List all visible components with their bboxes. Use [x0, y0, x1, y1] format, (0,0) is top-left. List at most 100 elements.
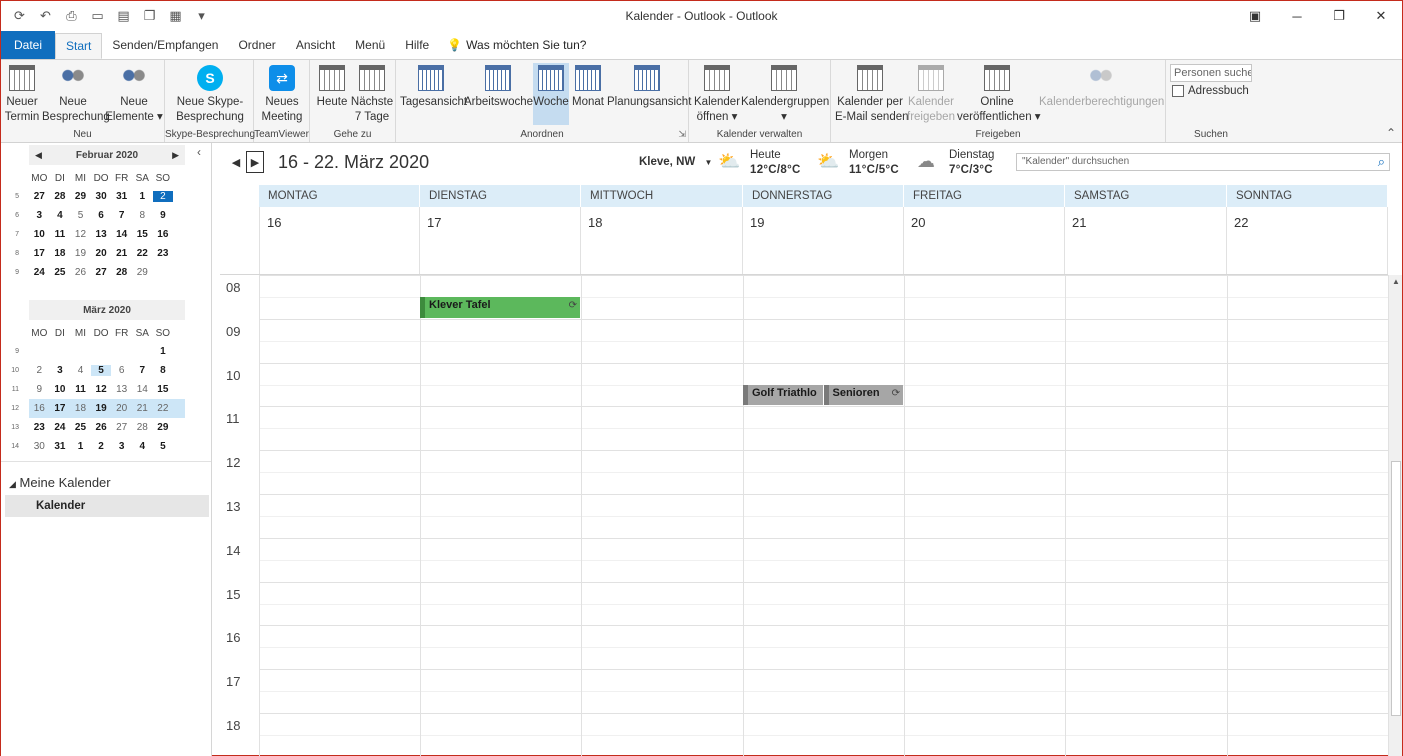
address-book-button[interactable]: Adressbuch	[1172, 85, 1249, 97]
calendar-day[interactable]: 14	[111, 229, 132, 240]
collapse-pane-icon[interactable]: ‹	[197, 145, 201, 159]
next-week-icon[interactable]: ▶	[246, 151, 264, 173]
email-calendar-button[interactable]: Kalender per E-Mail senden	[835, 63, 909, 125]
weather-location[interactable]: Kleve, NW ▼	[639, 156, 712, 168]
calendar-day[interactable]: 29	[132, 267, 153, 278]
minimize-button[interactable]: ─	[1276, 1, 1318, 31]
calendar-day[interactable]: 26	[91, 422, 112, 433]
people-search-input[interactable]: Personen suchen	[1170, 64, 1252, 82]
calendar-day[interactable]: 5	[90, 365, 112, 376]
calendar-day[interactable]: 2	[29, 365, 50, 376]
calendar-day[interactable]: 8	[153, 365, 174, 376]
my-calendars-header[interactable]: ◢ Meine Kalender	[9, 475, 111, 490]
vertical-scrollbar[interactable]: ▲	[1388, 275, 1402, 756]
close-button[interactable]: ✕	[1360, 1, 1402, 31]
calendar-day[interactable]: 17	[29, 248, 50, 259]
prev-week-icon[interactable]: ◀	[227, 151, 245, 173]
publish-online-button[interactable]: Online veröffentlichen ▾	[957, 63, 1041, 125]
calendar-permissions-button[interactable]: Kalenderberechtigungen	[1039, 63, 1164, 110]
calendar-day[interactable]: 21	[132, 403, 153, 414]
calendar-day[interactable]: 30	[91, 191, 112, 202]
calendar-day[interactable]: 25	[70, 422, 91, 433]
calendar-day[interactable]: 15	[132, 229, 153, 240]
day-number-cell[interactable]: 17	[420, 207, 581, 275]
next-7-days-button[interactable]: Nächste 7 Tage	[350, 63, 394, 125]
new-skype-meeting-button[interactable]: S Neue Skype- Besprechung	[175, 63, 245, 125]
month-button[interactable]: Monat	[571, 63, 605, 110]
calendar-day[interactable]: 2	[91, 441, 112, 452]
collapse-ribbon-icon[interactable]: ⌃	[1386, 126, 1396, 140]
week-button[interactable]: Woche	[533, 63, 569, 125]
calendar-day[interactable]: 24	[29, 267, 50, 278]
today-button[interactable]: Heute	[315, 63, 349, 110]
scrollbar-thumb[interactable]	[1391, 461, 1401, 716]
day-number-cell[interactable]: 21	[1065, 207, 1227, 275]
calendar-day[interactable]: 25	[50, 267, 71, 278]
calendar-day[interactable]: 6	[111, 365, 132, 376]
calendar-day[interactable]: 28	[132, 422, 153, 433]
calendar-day[interactable]: 20	[91, 248, 112, 259]
calendar-day[interactable]: 24	[50, 422, 71, 433]
open-calendar-button[interactable]: Kalender öffnen ▾	[694, 63, 740, 125]
calendar-day[interactable]: 5	[70, 210, 91, 221]
restore-button[interactable]: ❐	[1318, 1, 1360, 31]
day-number-cell[interactable]: 22	[1227, 207, 1388, 275]
calendar-day[interactable]: 30	[29, 441, 50, 452]
calendar-day[interactable]: 21	[111, 248, 132, 259]
calendar-day[interactable]: 1	[70, 441, 91, 452]
share-calendar-button[interactable]: Kalender freigeben	[907, 63, 955, 125]
work-week-button[interactable]: Arbeitswoche	[464, 63, 533, 110]
calendar-day[interactable]: 17	[50, 403, 71, 414]
calendar-day[interactable]: 2	[152, 191, 174, 202]
calendar-list-item[interactable]: Kalender	[5, 495, 209, 517]
calendar-day[interactable]: 29	[70, 191, 91, 202]
calendar-day[interactable]: 9	[29, 384, 50, 395]
calendar-day[interactable]: 16	[153, 229, 174, 240]
schedule-view-button[interactable]: Planungsansicht	[607, 63, 691, 110]
calendar-day[interactable]: 1	[153, 346, 174, 357]
calendar-day[interactable]: 14	[132, 384, 153, 395]
day-number-cell[interactable]: 18	[581, 207, 743, 275]
calendar-day[interactable]: 1	[132, 191, 153, 202]
day-number-cell[interactable]: 16	[259, 207, 420, 275]
day-number-cell[interactable]: 19	[743, 207, 904, 275]
calendar-day[interactable]: 18	[70, 403, 91, 414]
new-meeting-button[interactable]: Neue Besprechung	[42, 63, 110, 125]
new-appointment-button[interactable]: Neuer Termin	[3, 63, 41, 125]
calendar-day[interactable]: 12	[91, 384, 112, 395]
search-icon[interactable]: ⌕	[1378, 154, 1385, 170]
tab-hilfe[interactable]: Hilfe	[395, 31, 439, 59]
calendar-day[interactable]: 23	[29, 422, 50, 433]
calendar-day[interactable]: 3	[50, 365, 71, 376]
calendar-day[interactable]: 28	[111, 267, 132, 278]
calendar-day[interactable]: 11	[50, 229, 71, 240]
calendar-day[interactable]: 12	[70, 229, 91, 240]
new-items-button[interactable]: Neue Elemente ▾	[105, 63, 163, 125]
dialog-launcher-icon[interactable]: ⇲	[678, 129, 686, 140]
tab-ansicht[interactable]: Ansicht	[286, 31, 345, 59]
calendar-day[interactable]: 27	[91, 267, 112, 278]
day-number-cell[interactable]: 20	[904, 207, 1065, 275]
calendar-event[interactable]: Senioren ⟳	[823, 384, 903, 406]
tab-senden-empfangen[interactable]: Senden/Empfangen	[102, 31, 228, 59]
calendar-day[interactable]: 22	[153, 403, 174, 414]
calendar-day[interactable]: 6	[91, 210, 112, 221]
calendar-day[interactable]: 4	[50, 210, 71, 221]
tab-menue[interactable]: Menü	[345, 31, 395, 59]
calendar-day[interactable]: 22	[132, 248, 153, 259]
scroll-up-icon[interactable]: ▲	[1389, 277, 1403, 286]
calendar-day[interactable]: 29	[153, 422, 174, 433]
calendar-day[interactable]: 13	[91, 229, 112, 240]
ribbon-display-options-icon[interactable]: ▣	[1234, 1, 1276, 31]
new-teamviewer-meeting-button[interactable]: ⇄ Neues Meeting	[260, 63, 304, 125]
day-view-button[interactable]: Tagesansicht	[400, 63, 467, 110]
calendar-day[interactable]: 28	[50, 191, 71, 202]
calendar-day[interactable]: 10	[29, 229, 50, 240]
calendar-day[interactable]: 11	[70, 384, 91, 395]
calendar-day[interactable]: 16	[29, 403, 50, 414]
calendar-day[interactable]: 4	[70, 365, 91, 376]
tab-start[interactable]: Start	[55, 33, 103, 59]
calendar-day[interactable]: 26	[70, 267, 91, 278]
calendar-day[interactable]: 18	[50, 248, 71, 259]
calendar-day[interactable]: 3	[29, 210, 50, 221]
